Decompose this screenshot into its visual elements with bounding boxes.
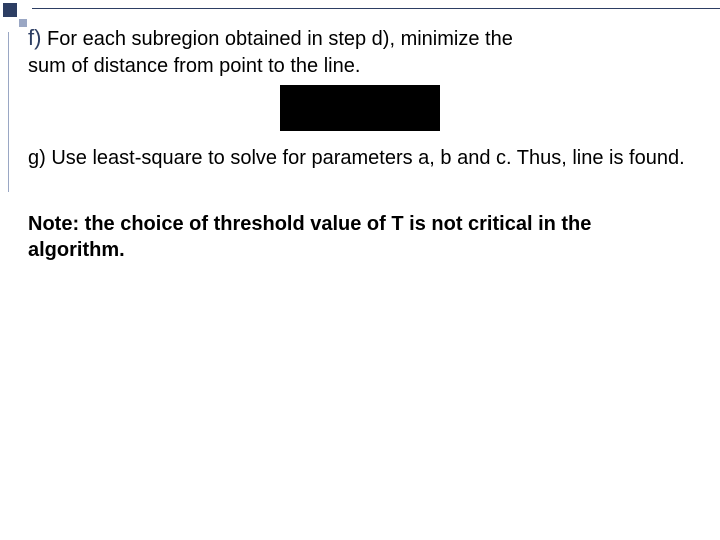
step-f-paragraph: f) For each subregion obtained in step d… bbox=[28, 24, 692, 79]
step-g-paragraph: g) Use least-square to solve for paramet… bbox=[28, 145, 692, 171]
note-paragraph: Note: the choice of threshold value of T… bbox=[28, 211, 692, 263]
accent-rule-left bbox=[8, 32, 9, 192]
slide-content: f) For each subregion obtained in step d… bbox=[28, 24, 692, 263]
step-f-label: f) bbox=[28, 25, 41, 50]
formula-placeholder-box bbox=[280, 85, 440, 131]
accent-square-small bbox=[19, 19, 27, 27]
accent-square-large bbox=[3, 3, 17, 17]
accent-rule-top bbox=[32, 8, 720, 9]
step-f-line2: sum of distance from point to the line. bbox=[28, 55, 360, 77]
step-f-line1: For each subregion obtained in step d), … bbox=[47, 28, 513, 50]
